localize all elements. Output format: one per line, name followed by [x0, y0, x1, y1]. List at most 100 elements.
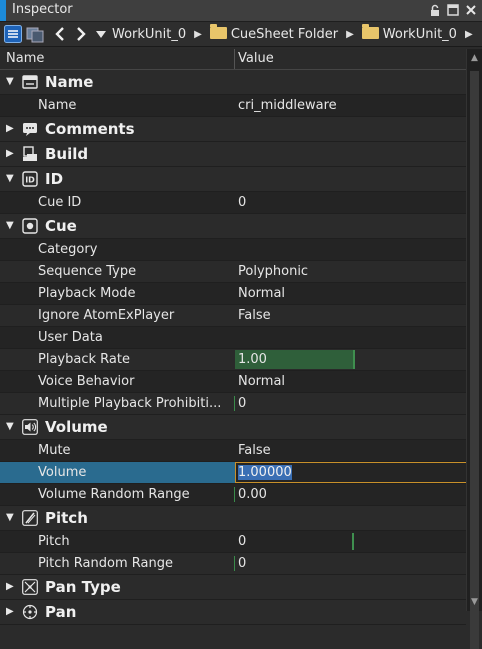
breadcrumb-item[interactable]: CueSheet Folder: [209, 24, 338, 42]
scrollbar-thumb[interactable]: [470, 71, 479, 649]
property-row[interactable]: Cue ID 0: [0, 192, 466, 214]
pan-type-icon: [22, 579, 38, 595]
group-comments[interactable]: ▶ Comments: [0, 117, 466, 142]
property-name: Multiple Playback Prohibiti...: [38, 396, 222, 411]
property-value[interactable]: 1.00: [238, 352, 267, 367]
breadcrumb-separator-icon[interactable]: ▶: [346, 29, 354, 40]
property-name: Playback Rate: [38, 352, 130, 367]
property-row[interactable]: Sequence Type Polyphonic: [0, 261, 466, 283]
group-name[interactable]: ▼ Name: [0, 70, 466, 95]
name-column-header[interactable]: Name: [6, 51, 44, 66]
vertical-scrollbar[interactable]: ▲ ▼: [466, 49, 482, 649]
group-label: Cue: [45, 217, 77, 235]
property-value[interactable]: 0: [238, 556, 246, 571]
property-row[interactable]: Pitch 0: [0, 531, 466, 553]
group-volume[interactable]: ▼ Volume: [0, 415, 466, 440]
lock-icon[interactable]: [428, 3, 442, 17]
property-name: Category: [38, 242, 98, 257]
value-slider-marker[interactable]: [234, 487, 235, 502]
property-value[interactable]: cri_middleware: [238, 98, 337, 113]
property-name: Name: [38, 98, 77, 113]
pitch-icon: [22, 510, 38, 526]
property-value[interactable]: 0: [238, 195, 246, 210]
group-pan[interactable]: ▶ Pan: [0, 600, 466, 625]
volume-value-input[interactable]: 1.00000: [235, 462, 469, 483]
group-label: ID: [45, 170, 64, 188]
property-value[interactable]: Normal: [238, 374, 285, 389]
toolbar: WorkUnit_0 ▶ CueSheet Folder ▶ WorkUnit_…: [0, 22, 482, 47]
property-row[interactable]: Mute False: [0, 440, 466, 462]
property-name: User Data: [38, 330, 103, 345]
breadcrumb-item[interactable]: WorkUnit_0: [112, 27, 186, 42]
cue-icon: [22, 218, 38, 234]
group-pitch[interactable]: ▼ Pitch: [0, 506, 466, 531]
scroll-up-icon[interactable]: ▲: [471, 53, 478, 63]
triangle-down-icon: [96, 31, 106, 38]
history-dropdown[interactable]: [94, 24, 108, 44]
property-value[interactable]: False: [238, 308, 271, 323]
value-column-header[interactable]: Value: [238, 51, 274, 66]
chevron-right-icon[interactable]: ▶: [6, 148, 16, 159]
maximize-icon[interactable]: [446, 3, 460, 17]
property-value[interactable]: 0: [238, 396, 246, 411]
property-value[interactable]: 1.00000: [238, 465, 292, 480]
chevron-down-icon[interactable]: ▼: [6, 173, 16, 184]
svg-text:ID: ID: [25, 176, 35, 185]
property-name: Pitch Random Range: [38, 556, 173, 571]
chevron-down-icon[interactable]: ▼: [6, 220, 16, 231]
property-row[interactable]: User Data: [0, 327, 466, 349]
property-row[interactable]: Ignore AtomExPlayer False: [0, 305, 466, 327]
group-label: Comments: [45, 120, 135, 138]
breadcrumb-separator-icon[interactable]: ▶: [194, 29, 202, 40]
chevron-right-icon[interactable]: ▶: [6, 606, 16, 617]
property-value[interactable]: 0: [238, 534, 246, 549]
title-accent: [0, 0, 6, 21]
property-name: Playback Mode: [38, 286, 136, 301]
property-grid: ▼ Name Name cri_middleware ▶ Comments ▶ …: [0, 70, 469, 625]
property-value[interactable]: Normal: [238, 286, 285, 301]
property-value[interactable]: False: [238, 443, 271, 458]
breadcrumb-label: WorkUnit_0: [382, 27, 457, 42]
chevron-down-icon[interactable]: ▼: [6, 76, 16, 87]
property-value[interactable]: 0.00: [238, 487, 267, 502]
property-value[interactable]: Polyphonic: [238, 264, 308, 279]
breadcrumb-separator-icon[interactable]: ▶: [465, 29, 473, 40]
property-row[interactable]: Multiple Playback Prohibiti... 0: [0, 393, 466, 415]
property-name: Cue ID: [38, 195, 82, 210]
property-row[interactable]: Playback Mode Normal: [0, 283, 466, 305]
value-slider-marker[interactable]: [352, 533, 354, 550]
id-icon: ID: [22, 171, 38, 187]
menu-button[interactable]: [3, 24, 23, 44]
chevron-down-icon[interactable]: ▼: [6, 512, 16, 523]
column-divider[interactable]: [234, 49, 235, 69]
chevron-right-icon[interactable]: ▶: [6, 581, 16, 592]
group-label: Build: [45, 145, 89, 163]
chevron-down-icon[interactable]: ▼: [6, 421, 16, 432]
forward-button[interactable]: [71, 24, 91, 44]
property-row[interactable]: Volume Random Range 0.00: [0, 484, 466, 506]
property-row[interactable]: Playback Rate 1.00: [0, 349, 466, 371]
window-list-button[interactable]: [25, 24, 45, 44]
group-cue[interactable]: ▼ Cue: [0, 214, 466, 239]
property-row[interactable]: Voice Behavior Normal: [0, 371, 466, 393]
value-slider-marker[interactable]: [234, 396, 235, 411]
group-pan-type[interactable]: ▶ Pan Type: [0, 575, 466, 600]
property-row[interactable]: Category: [0, 239, 466, 261]
property-row-selected[interactable]: Volume 1.00000: [0, 462, 469, 484]
scroll-down-icon[interactable]: ▼: [471, 597, 478, 607]
comment-icon: [22, 121, 38, 137]
value-slider-marker[interactable]: [234, 556, 235, 571]
group-label: Pan Type: [45, 578, 121, 596]
title-bar: Inspector: [0, 0, 482, 22]
back-button[interactable]: [50, 24, 70, 44]
window-controls: [428, 3, 478, 17]
property-row[interactable]: Name cri_middleware: [0, 95, 466, 117]
close-icon[interactable]: [464, 3, 478, 17]
group-id[interactable]: ▼ ID ID: [0, 167, 466, 192]
group-label: Volume: [45, 418, 108, 436]
column-header: Name Value: [0, 49, 466, 70]
chevron-right-icon[interactable]: ▶: [6, 123, 16, 134]
property-row[interactable]: Pitch Random Range 0: [0, 553, 466, 575]
group-build[interactable]: ▶ Build: [0, 142, 466, 167]
breadcrumb-item[interactable]: WorkUnit_0: [361, 24, 457, 42]
